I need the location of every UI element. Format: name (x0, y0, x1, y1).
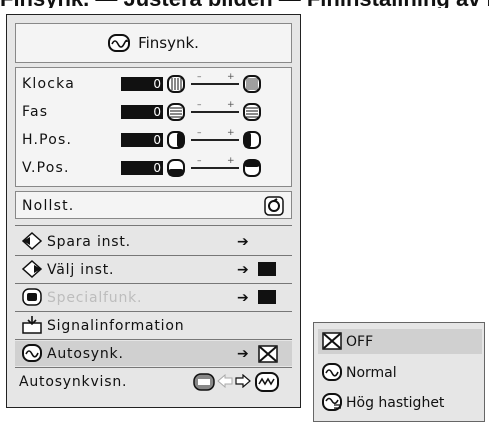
phase-slider[interactable]: – + (191, 100, 239, 113)
black-square-icon (258, 262, 276, 276)
reset-row[interactable]: Nollst. (15, 191, 292, 219)
wave-icon (108, 34, 131, 52)
menu-item-save[interactable]: Spara inst. ➔ (15, 229, 292, 254)
signal-info-icon (22, 316, 42, 334)
separator (15, 339, 292, 340)
special-mode-icon (22, 288, 42, 306)
clock-slider[interactable]: – + (191, 72, 239, 85)
reset-label: Nollst. (22, 198, 75, 214)
arrow-right-icon: ➔ (237, 289, 249, 306)
arrow-right-icon: ➔ (237, 345, 249, 362)
reset-icon (264, 196, 284, 216)
black-square-icon (258, 290, 276, 304)
adjust-value: 0 (121, 133, 163, 147)
adjust-row-clock[interactable]: Klocka 0 – + (16, 70, 291, 98)
adjust-row-phase[interactable]: Fas 0 – + (16, 98, 291, 126)
separator (15, 225, 292, 226)
clock-pattern-icon (243, 75, 261, 93)
wave-icon (322, 363, 342, 381)
adjust-panel: Klocka 0 – + Fas 0 – + H.Pos. 0 – + V.Po… (15, 67, 292, 187)
adjust-value: 0 (121, 77, 163, 91)
menu-item-autosync-display[interactable]: Autosynkvisn. (15, 369, 292, 394)
clock-pattern-icon (167, 75, 185, 93)
adjust-label: Klocka (22, 76, 75, 92)
autosync-off-icon (258, 345, 278, 363)
wave-display-icon (255, 372, 279, 392)
arrow-right-icon: ➔ (237, 233, 249, 250)
adjust-value: 0 (121, 161, 163, 175)
menu-item-special[interactable]: Specialfunk. ➔ (15, 285, 292, 310)
vpos-slider[interactable]: – + (191, 156, 239, 169)
adjust-value: 0 (121, 105, 163, 119)
submenu-item-off[interactable]: OFF (318, 329, 482, 354)
phase-pattern-icon (167, 103, 185, 121)
page-heading-cut: Finsynk. — Justera bilden — Fininställni… (0, 0, 489, 8)
hpos-icon (167, 131, 185, 149)
separator (15, 255, 292, 256)
hpos-slider[interactable]: – + (191, 128, 239, 141)
adjust-label: V.Pos. (22, 160, 70, 176)
menu-title: Finsynk. (138, 34, 199, 52)
select-diamond-icon (21, 259, 43, 279)
autosync-submenu: OFF Normal Hög hastighet (313, 322, 485, 422)
menu-item-autosync[interactable]: Autosynk. ➔ (15, 341, 292, 366)
arrow-right-icon (235, 374, 251, 388)
menu-item-signal-info[interactable]: Signalinformation (15, 313, 292, 338)
adjust-label: Fas (22, 104, 49, 120)
adjust-row-hpos[interactable]: H.Pos. 0 – + (16, 126, 291, 154)
hpos-icon (243, 131, 261, 149)
vpos-icon (167, 159, 185, 177)
high-speed-icon (322, 393, 342, 411)
fine-sync-menu: Finsynk. Klocka 0 – + Fas 0 – + H.Pos. 0 (6, 14, 301, 408)
separator (15, 367, 292, 368)
menu-item-select[interactable]: Välj inst. ➔ (15, 257, 292, 282)
separator (15, 283, 292, 284)
adjust-label: H.Pos. (22, 132, 73, 148)
autosync-off-icon (322, 332, 342, 350)
adjust-row-vpos[interactable]: V.Pos. 0 – + (16, 154, 291, 182)
arrow-left-icon (217, 374, 233, 388)
menu-header: Finsynk. (15, 23, 292, 63)
display-logo-icon (193, 373, 215, 391)
separator (15, 311, 292, 312)
vpos-icon (243, 159, 261, 177)
save-diamond-icon (21, 231, 43, 251)
wave-icon (22, 344, 42, 362)
arrow-right-icon: ➔ (237, 261, 249, 278)
submenu-item-high-speed[interactable]: Hög hastighet (318, 390, 482, 415)
submenu-item-normal[interactable]: Normal (318, 360, 482, 385)
phase-pattern-icon (243, 103, 261, 121)
